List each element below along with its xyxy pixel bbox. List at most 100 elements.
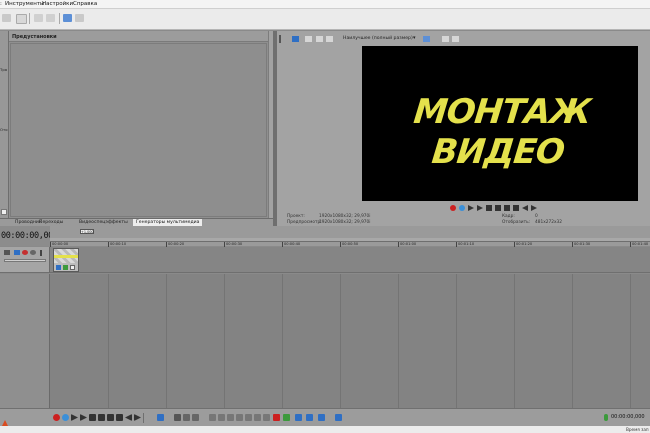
record-icon[interactable] <box>53 414 60 421</box>
menu-item-file-partial[interactable]: : <box>0 1 2 7</box>
left-tabs-bar: Проводник Переходы Видеоспецэффекты Гене… <box>0 218 273 227</box>
record-icon[interactable] <box>450 205 456 211</box>
pause-icon[interactable] <box>89 414 96 421</box>
ruler-label: 00:00:10 <box>110 242 127 246</box>
menu-item-settings[interactable]: Настройки <box>42 1 73 7</box>
normal-edit-tool-icon[interactable] <box>157 414 164 421</box>
presets-list-area[interactable] <box>10 43 267 217</box>
previous-frame-icon[interactable] <box>125 414 132 421</box>
timeline-ruler[interactable]: +1,000 00:00:00 00:00:10 00:00:20 00:00:30 0… <box>50 226 650 247</box>
grid-line <box>340 274 341 408</box>
save-snapshot-icon[interactable] <box>442 36 449 42</box>
lock-icon[interactable] <box>254 414 261 421</box>
video-title-text: МОНТАЖ ВИДЕО <box>411 92 593 172</box>
presets-title: Предустановки <box>12 34 57 40</box>
zoom-tool-icon[interactable] <box>192 414 199 421</box>
go-to-start-icon[interactable] <box>107 414 114 421</box>
undo-icon[interactable] <box>34 14 43 22</box>
pause-icon[interactable] <box>486 205 492 211</box>
video-frame: МОНТАЖ ВИДЕО <box>362 46 638 201</box>
clip-fx-icon[interactable] <box>63 265 68 270</box>
display-value: 481x272x32 <box>535 220 562 225</box>
redo-icon[interactable] <box>46 14 55 22</box>
selection-tool-icon[interactable] <box>183 414 190 421</box>
stop-icon[interactable] <box>98 414 105 421</box>
trim-end-icon[interactable] <box>236 414 243 421</box>
go-to-start-icon[interactable] <box>504 205 510 211</box>
split-screen-icon[interactable] <box>316 36 323 42</box>
lock-envelopes-icon[interactable] <box>318 414 325 421</box>
grid-line <box>282 274 283 408</box>
mute-icon[interactable] <box>30 250 36 255</box>
ruler-label: 00:00:30 <box>226 242 243 246</box>
play-icon[interactable] <box>477 205 483 211</box>
copy-snapshot-icon[interactable] <box>423 36 430 42</box>
preview-quality-dropdown[interactable]: Наилучшее (полный размер) <box>343 36 413 41</box>
loop-icon[interactable] <box>62 414 69 421</box>
track-menu-icon[interactable] <box>40 250 42 256</box>
frame-label: Кадр: <box>502 214 515 219</box>
menu-item-help[interactable]: Справка <box>73 1 97 7</box>
zoom-tool-icon[interactable] <box>75 14 84 22</box>
ruler-label: 00:00:20 <box>168 242 185 246</box>
microphone-icon <box>604 414 608 421</box>
trim-start-icon[interactable] <box>227 414 234 421</box>
track-level-slider[interactable] <box>4 259 46 262</box>
track-motion-icon[interactable] <box>14 250 20 255</box>
grip-icon <box>279 35 281 43</box>
chevron-down-icon[interactable]: ▾ <box>413 35 416 41</box>
grid-line <box>572 274 573 408</box>
timeline-empty-area[interactable] <box>50 274 650 408</box>
track-fx-icon[interactable] <box>22 250 28 255</box>
cursor-tool-icon[interactable] <box>63 14 72 22</box>
clip-pan-crop-icon[interactable] <box>56 265 61 270</box>
region-icon[interactable] <box>273 414 280 421</box>
project-value: 1920x1080x32; 29,970i <box>319 214 371 219</box>
envelope-tool-icon[interactable] <box>174 414 181 421</box>
video-track-lane[interactable] <box>50 247 650 273</box>
frame-value: 0 <box>535 214 538 219</box>
presets-header: Предустановки <box>9 31 268 42</box>
clip-generator-icon[interactable] <box>70 265 75 270</box>
overlays-icon[interactable] <box>326 36 333 42</box>
warning-icon <box>2 420 8 426</box>
next-frame-icon[interactable] <box>134 414 141 421</box>
go-to-end-icon[interactable] <box>116 414 123 421</box>
play-icon[interactable] <box>80 414 87 421</box>
grid-line <box>630 274 631 408</box>
expand-button[interactable] <box>1 209 7 215</box>
menu-bar: : Инструменты Настройки Справка <box>0 0 650 9</box>
media-generator-clip[interactable] <box>53 248 79 272</box>
project-label: Проект: <box>287 214 305 219</box>
preview-properties-icon[interactable] <box>292 36 299 42</box>
copy-icon[interactable] <box>16 14 27 24</box>
external-monitor-icon[interactable] <box>305 36 312 42</box>
auto-ripple-icon[interactable] <box>295 414 302 421</box>
trim-icon[interactable] <box>218 414 225 421</box>
toolbar-separator <box>29 13 30 24</box>
cut-icon[interactable] <box>2 14 11 22</box>
grid-line <box>398 274 399 408</box>
auto-crossfade-icon[interactable] <box>306 414 313 421</box>
ruler-label: 00:00:00 <box>52 242 69 246</box>
preview-settings-icon[interactable] <box>452 36 459 42</box>
go-to-end-icon[interactable] <box>513 205 519 211</box>
split-icon[interactable] <box>245 414 252 421</box>
play-from-start-icon[interactable] <box>468 205 474 211</box>
play-from-start-icon[interactable] <box>71 414 78 421</box>
toolbar-separator <box>143 413 144 423</box>
record-time-label: Время зап <box>626 427 649 432</box>
next-frame-icon[interactable] <box>531 205 537 211</box>
previous-frame-icon[interactable] <box>522 205 528 211</box>
loop-icon[interactable] <box>459 205 465 211</box>
ignore-grouping-icon[interactable] <box>335 414 342 421</box>
stop-icon[interactable] <box>495 205 501 211</box>
delete-icon[interactable] <box>209 414 216 421</box>
marker-icon[interactable] <box>263 414 270 421</box>
preview-toolbar: Наилучшее (полный размер) ▾ <box>277 31 650 45</box>
snapping-icon[interactable] <box>283 414 290 421</box>
menu-item-tools[interactable]: Инструменты <box>5 1 44 7</box>
video-track-header[interactable] <box>0 247 50 273</box>
grid-line <box>166 274 167 408</box>
preview-info: Проект: 1920x1080x32; 29,970i Предпросмо… <box>277 214 650 226</box>
